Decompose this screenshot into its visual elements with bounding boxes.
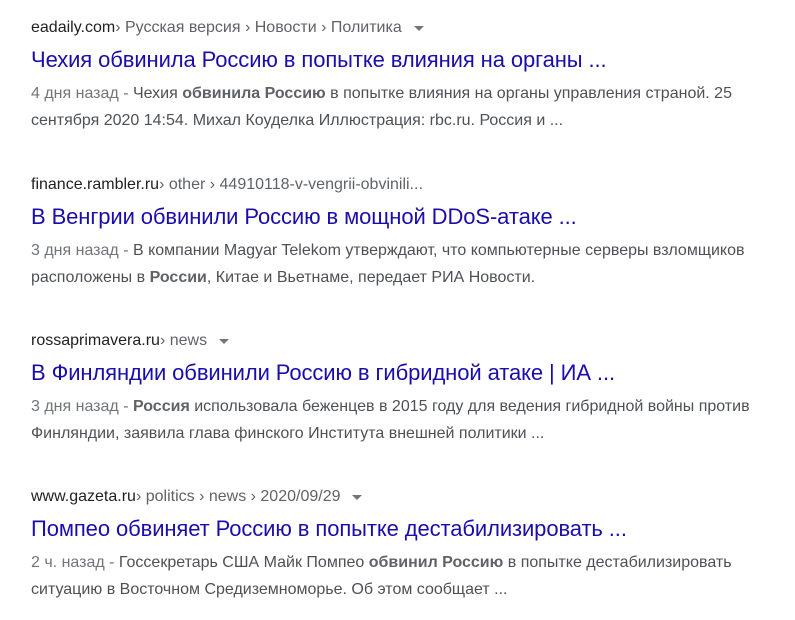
result-date: 4 дня назад - [31, 85, 133, 102]
result-snippet: 2 ч. назад - Госсекретарь США Майк Помпе… [31, 549, 786, 603]
result-path: › Русская версия › Новости › Политика [115, 19, 402, 36]
result-breadcrumb: www.gazeta.ru › politics › news › 2020/0… [31, 486, 791, 508]
result-domain[interactable]: finance.rambler.ru [31, 174, 159, 196]
result-date: 2 ч. назад - [31, 554, 119, 571]
result-path: › other › 44910118-v-vengrii-obvinili... [159, 176, 423, 193]
result-title-link[interactable]: В Венгрии обвинили Россию в мощной DDoS-… [31, 203, 791, 231]
result-title-link[interactable]: В Финляндии обвинили Россию в гибридной … [31, 359, 791, 387]
result-breadcrumb: eadaily.com › Русская версия › Новости ›… [31, 17, 791, 39]
snippet-highlight: России [149, 269, 207, 286]
result-domain[interactable]: www.gazeta.ru [31, 486, 136, 508]
search-result: www.gazeta.ru › politics › news › 2020/0… [31, 486, 791, 603]
result-snippet: 3 дня назад - Россия использовала беженц… [31, 393, 786, 447]
search-result: rossaprimavera.ru › news В Финляндии обв… [31, 330, 791, 447]
snippet-text: Чехия [132, 85, 183, 102]
chevron-down-icon[interactable] [352, 494, 363, 500]
result-title-link[interactable]: Помпео обвиняет Россию в попытке дестаби… [31, 515, 791, 543]
result-path: › politics › news › 2020/09/29 [135, 488, 341, 505]
result-snippet: 3 дня назад - В компании Magyar Telekom … [31, 237, 786, 291]
snippet-text: , Китае и Вьетнаме, передает РИА Новости… [206, 269, 536, 286]
chevron-down-icon[interactable] [219, 338, 230, 344]
result-title-link[interactable]: Чехия обвинила Россию в попытке влияния … [31, 46, 791, 74]
search-result: eadaily.com › Русская версия › Новости ›… [31, 17, 791, 134]
result-domain[interactable]: eadaily.com [31, 17, 115, 39]
result-domain[interactable]: rossaprimavera.ru [31, 330, 160, 352]
snippet-highlight: Россия [132, 398, 190, 415]
snippet-highlight: обвинил Россию [368, 554, 504, 571]
result-breadcrumb: rossaprimavera.ru › news [31, 330, 791, 352]
result-breadcrumb: finance.rambler.ru › other › 44910118-v-… [31, 174, 791, 196]
result-date: 3 дня назад - [31, 242, 133, 259]
chevron-down-icon[interactable] [413, 25, 424, 31]
search-result: finance.rambler.ru › other › 44910118-v-… [31, 174, 791, 291]
snippet-text: Госсекретарь США Майк Помпео [118, 554, 369, 571]
snippet-highlight: обвинила Россию [182, 85, 326, 102]
result-path: › news [159, 332, 208, 349]
result-snippet: 4 дня назад - Чехия обвинила Россию в по… [31, 80, 786, 134]
result-date: 3 дня назад - [31, 398, 133, 415]
search-results: eadaily.com › Русская версия › Новости ›… [0, 0, 795, 620]
